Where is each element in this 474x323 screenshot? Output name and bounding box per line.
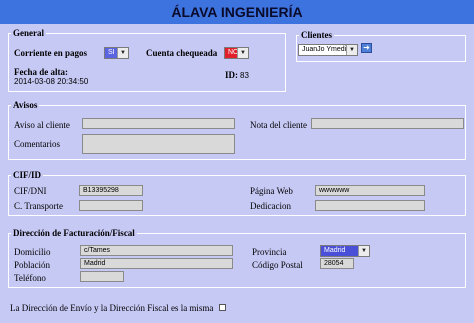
arrow-right-icon: ➜: [363, 43, 370, 52]
web-input[interactable]: wwwwww: [315, 185, 425, 196]
cuenta-label: Cuenta chequeada: [146, 48, 218, 58]
chevron-down-icon: ▼: [346, 45, 357, 55]
domicilio-input[interactable]: c/Tames: [80, 245, 233, 256]
comentarios-textarea[interactable]: [82, 134, 235, 154]
cp-label: Código Postal: [252, 260, 303, 270]
same-address-checkbox[interactable]: [219, 304, 226, 311]
go-button[interactable]: ➜: [361, 43, 372, 53]
comentarios-label: Comentarios: [14, 139, 60, 149]
avisos-legend: Avisos: [13, 100, 38, 110]
corriente-select[interactable]: SI ▼: [104, 47, 129, 59]
direccion-legend: Dirección de Facturación/Fiscal: [13, 228, 135, 238]
domicilio-label: Domicilio: [14, 247, 51, 257]
provincia-label: Provincia: [252, 247, 287, 257]
nota-input[interactable]: [311, 118, 464, 129]
cuenta-select[interactable]: NO ▼: [224, 47, 249, 59]
general-legend: General: [13, 28, 44, 38]
chevron-down-icon: ▼: [117, 48, 128, 58]
chevron-down-icon: ▼: [237, 48, 248, 58]
app-header: ÁLAVA INGENIERÍA: [0, 0, 474, 24]
direccion-section: Dirección de Facturación/Fiscal: [8, 228, 466, 288]
poblacion-input[interactable]: Madrid: [80, 258, 233, 269]
chevron-down-icon: ▼: [358, 246, 369, 256]
clientes-select[interactable]: JuanJo Ymedio ▼: [298, 44, 358, 56]
corriente-value: SI: [108, 49, 115, 56]
telefono-input[interactable]: [80, 271, 124, 282]
same-address-label: La Dirección de Envío y la Dirección Fis…: [10, 303, 214, 313]
cif-input[interactable]: B13395298: [79, 185, 143, 196]
fecha-value: 2014-03-08 20:34:50: [14, 77, 89, 86]
transporte-input[interactable]: [79, 200, 143, 211]
telefono-label: Teléfono: [14, 273, 46, 283]
cp-input[interactable]: 28054: [320, 258, 354, 269]
provincia-value: Madrid: [324, 247, 346, 254]
cif-label: CIF/DNI: [14, 186, 47, 196]
aviso-input[interactable]: [82, 118, 235, 129]
id-value: 83: [240, 71, 249, 80]
transporte-label: C. Transporte: [14, 201, 64, 211]
page-title: ÁLAVA INGENIERÍA: [171, 4, 303, 20]
fecha-label: Fecha de alta:: [14, 67, 68, 77]
provincia-select[interactable]: Madrid ▼: [320, 245, 370, 257]
dedicacion-input[interactable]: [315, 200, 425, 211]
web-label: Página Web: [250, 186, 293, 196]
aviso-label: Aviso al cliente: [14, 120, 70, 130]
avisos-section: Avisos: [8, 100, 466, 160]
clientes-legend: Clientes: [301, 30, 332, 40]
nota-label: Nota del cliente: [250, 120, 307, 130]
corriente-label: Corriente en pagos: [14, 48, 87, 58]
cifid-legend: CIF/ID: [13, 170, 42, 180]
id-label: ID:: [225, 70, 238, 80]
poblacion-label: Población: [14, 260, 50, 270]
dedicacion-label: Dedicacion: [250, 201, 291, 211]
clientes-value: JuanJo Ymedio: [302, 46, 351, 53]
